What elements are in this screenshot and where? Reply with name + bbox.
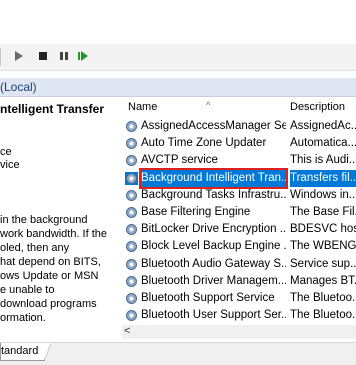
column-header-description[interactable]: Description — [290, 97, 345, 117]
service-gear-icon — [125, 292, 138, 305]
tab-standard-label: tandard — [1, 345, 39, 357]
service-name: AssignedAccessManager Se... — [141, 120, 286, 132]
tab-standard[interactable]: tandard — [0, 343, 52, 361]
description-line: oled, then any — [0, 242, 70, 254]
service-description-pane: ntelligent Transfer ce vice in the backg… — [0, 97, 118, 342]
service-description: This is Audi... — [290, 154, 356, 167]
service-name: Auto Time Zone Updater — [141, 137, 267, 150]
horizontal-scrollbar[interactable]: < — [122, 325, 356, 339]
stop-icon[interactable] — [36, 49, 50, 63]
table-row[interactable]: Bluetooth Support Service The Bluetoo... — [122, 290, 356, 307]
services-header: (Local) — [0, 78, 356, 97]
table-row[interactable]: AssignedAccessManager Se... AssignedAc... — [122, 118, 356, 135]
column-header-name[interactable]: Name ^ — [128, 97, 210, 117]
scroll-left-arrow[interactable]: < — [124, 325, 130, 337]
table-row[interactable]: Bluetooth Driver Managem... Manages BT... — [122, 273, 356, 290]
description-line: e unable to — [0, 284, 55, 296]
pause-icon[interactable] — [57, 49, 71, 63]
description-line: vice — [0, 159, 20, 171]
description-line: download programs — [0, 298, 97, 310]
service-description: The WBENG... — [290, 240, 356, 253]
service-gear-icon — [125, 154, 138, 167]
description-title: ntelligent Transfer — [0, 102, 105, 116]
service-name: Background Intelligent Tran... — [139, 167, 288, 189]
service-description: The Bluetoo... — [290, 309, 356, 322]
column-header-name-label: Name — [128, 101, 158, 113]
service-name: Base Filtering Engine — [141, 206, 251, 218]
restart-icon[interactable] — [76, 49, 90, 63]
service-gear-icon — [125, 171, 138, 185]
table-row[interactable]: AVCTP service This is Audi... — [122, 152, 356, 169]
table-row[interactable]: Background Tasks Infrastru... Windows in.… — [122, 187, 356, 204]
table-row[interactable]: Block Level Backup Engine ... The WBENG..… — [122, 238, 356, 255]
table-row[interactable]: BitLocker Drive Encryption ... BDESVC hos… — [122, 221, 356, 238]
service-name: Bluetooth User Support Ser... — [141, 309, 286, 322]
services-list: Name ^ Description AssignedAccessManager… — [122, 97, 356, 342]
table-row[interactable]: Bluetooth User Support Ser... The Bluetoo… — [122, 307, 356, 324]
description-line: ormation. — [0, 312, 46, 324]
service-name: AVCTP service — [141, 154, 218, 167]
service-description: Transfers fil... — [290, 169, 356, 187]
service-description: AssignedAc... — [290, 120, 356, 132]
description-line: ce — [0, 146, 12, 158]
description-line: hat depend on BITS, — [0, 256, 101, 268]
service-description: Manages BT... — [290, 274, 356, 287]
view-tabs: tandard — [0, 342, 356, 365]
service-gear-icon — [125, 240, 138, 253]
table-row[interactable]: Auto Time Zone Updater Automatica... — [122, 135, 356, 152]
service-gear-icon — [125, 206, 138, 219]
service-name: Bluetooth Driver Managem... — [141, 274, 286, 287]
service-gear-icon — [125, 309, 138, 322]
table-row[interactable]: Background Intelligent Tran... Transfers … — [122, 167, 356, 189]
service-gear-icon — [125, 120, 138, 133]
description-line: ows Update or MSN — [0, 270, 99, 282]
toolbar — [0, 44, 356, 71]
service-description: BDESVC hos... — [290, 223, 356, 236]
service-name: Background Tasks Infrastru... — [141, 188, 286, 201]
toolbar-separator — [0, 48, 3, 66]
service-gear-icon — [125, 223, 138, 236]
menu-bar — [0, 0, 356, 22]
service-gear-icon — [125, 189, 138, 202]
service-name: Bluetooth Support Service — [141, 292, 275, 304]
service-description: Windows in... — [290, 188, 356, 201]
service-name: Block Level Backup Engine ... — [141, 240, 286, 253]
service-gear-icon — [125, 258, 138, 271]
service-description: The Bluetoo... — [290, 292, 356, 304]
column-header-description-label: Description — [290, 101, 346, 113]
service-name: BitLocker Drive Encryption ... — [141, 223, 286, 236]
table-row[interactable]: Base Filtering Engine The Base Fil... — [122, 204, 356, 221]
service-name: Bluetooth Audio Gateway S... — [141, 257, 286, 270]
table-row[interactable]: Bluetooth Audio Gateway S... Service sup.… — [122, 256, 356, 273]
tree-header-label: (Local) — [0, 80, 37, 94]
service-description: Service sup... — [290, 257, 356, 270]
service-gear-icon — [125, 137, 138, 150]
description-line: in the background — [0, 214, 88, 226]
description-line: work bandwidth. If the — [0, 228, 108, 240]
service-description: Automatica... — [290, 137, 356, 150]
play-icon[interactable] — [12, 49, 26, 63]
service-description: The Base Fil... — [290, 206, 356, 218]
service-gear-icon — [125, 275, 138, 288]
sort-ascending-icon: ^ — [206, 100, 211, 110]
